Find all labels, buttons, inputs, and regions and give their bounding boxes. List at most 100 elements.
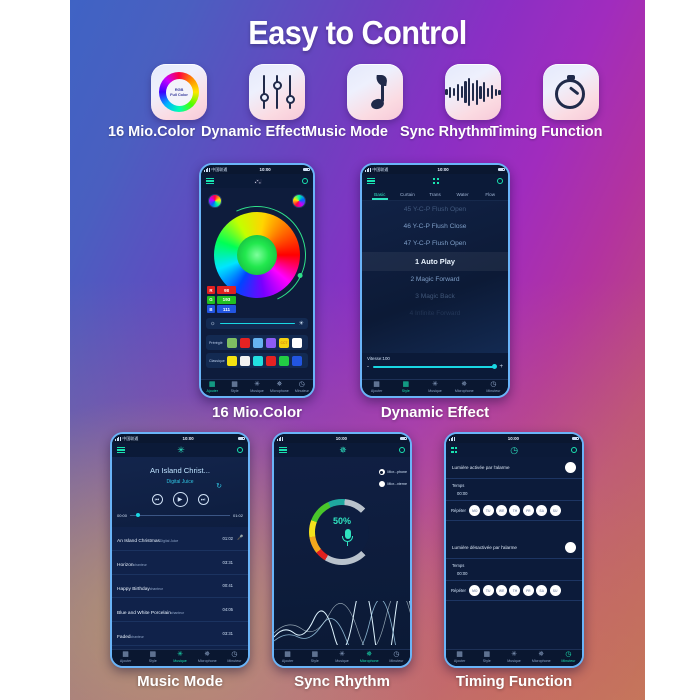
preset-swatch-3[interactable] bbox=[253, 337, 263, 348]
day-chip-sa[interactable]: SA bbox=[536, 505, 548, 516]
progress-bar[interactable]: 00:00 01:02 bbox=[112, 507, 248, 518]
feature-dynamic-effect[interactable] bbox=[248, 64, 306, 120]
alarm-off-time[interactable]: Temps 00:00 bbox=[446, 559, 582, 581]
sliders-icon[interactable] bbox=[253, 178, 262, 184]
nav-item-minuteur[interactable]: ◷ Minuteur bbox=[555, 651, 582, 664]
grid-icon[interactable] bbox=[451, 446, 458, 454]
day-chip-sa[interactable]: SA bbox=[536, 585, 548, 596]
feature-16-mio-color[interactable]: RGB Full Color bbox=[150, 64, 208, 120]
day-chip-tu[interactable]: TU bbox=[482, 505, 494, 516]
radio-external-mic[interactable]: Micr...xterne bbox=[378, 481, 407, 487]
playlist[interactable]: An Island ChristmasDigital Juice 01:02 🎤… bbox=[112, 527, 248, 649]
nav-item-musique[interactable]: ✳ Musique bbox=[166, 651, 193, 664]
nav-item-microphone[interactable]: ✵ Microphone bbox=[528, 651, 555, 664]
classic-swatch-4[interactable] bbox=[266, 355, 276, 366]
next-button[interactable]: ⏭ bbox=[197, 494, 209, 505]
effect-item-selected[interactable]: 1 Auto Play bbox=[362, 252, 508, 271]
day-chip-fr[interactable]: FR bbox=[522, 585, 534, 596]
effect-item[interactable]: 46 Y-C-P Flush Close bbox=[362, 218, 508, 235]
feature-sync-rhythm[interactable] bbox=[444, 64, 502, 120]
nav-item-minuteur[interactable]: ◷ Minuteur bbox=[221, 651, 248, 664]
alarm-off-toggle[interactable] bbox=[565, 542, 576, 553]
brightness-slider-row[interactable]: ☼ ☀ bbox=[206, 318, 308, 329]
menu-icon[interactable] bbox=[206, 177, 214, 185]
feature-timing-function[interactable] bbox=[542, 64, 600, 120]
day-chip-th[interactable]: TH bbox=[509, 505, 521, 516]
power-icon[interactable] bbox=[302, 178, 308, 184]
grid-icon[interactable] bbox=[432, 177, 440, 185]
nav-item-style[interactable]: ▦ Style bbox=[223, 381, 245, 394]
nav-item-microphone[interactable]: ✵ Microphone bbox=[268, 381, 290, 394]
prev-button[interactable]: ⏮ bbox=[151, 494, 163, 505]
effect-item[interactable]: 47 Y-C-P Flush Open bbox=[362, 235, 508, 252]
tab-curtain[interactable]: Curtain bbox=[394, 192, 422, 197]
tab-water[interactable]: Water bbox=[449, 192, 477, 197]
color-wheel[interactable] bbox=[201, 192, 313, 318]
list-item[interactable]: An Island ChristmasDigital Juice 01:02 🎤 bbox=[112, 527, 248, 551]
nav-item-microphone[interactable]: ✵ Microphone bbox=[356, 651, 383, 664]
day-chip-su[interactable]: SU bbox=[549, 585, 561, 596]
sensitivity-gauge[interactable]: 50% bbox=[309, 499, 375, 565]
brightness-track[interactable] bbox=[219, 322, 295, 325]
preset-swatch-4[interactable] bbox=[266, 337, 276, 348]
nav-item-minuteur[interactable]: ◷ Minuteur bbox=[383, 651, 410, 664]
day-chip-tu[interactable]: TU bbox=[482, 585, 494, 596]
play-button[interactable]: ▶ bbox=[172, 492, 188, 507]
progress-track[interactable] bbox=[130, 513, 230, 518]
nav-item-ajouter[interactable]: ▦ Ajouter bbox=[446, 651, 473, 664]
nav-item-microphone[interactable]: ✵ Microphone bbox=[194, 651, 221, 664]
speed-plus-button[interactable]: + bbox=[499, 364, 503, 370]
tab-flow[interactable]: Flow bbox=[476, 192, 504, 197]
menu-icon[interactable] bbox=[367, 177, 375, 185]
classic-swatch-2[interactable] bbox=[240, 355, 250, 366]
nav-item-ajouter[interactable]: ▦ Ajouter bbox=[201, 381, 223, 394]
classic-swatch-5[interactable] bbox=[279, 355, 289, 366]
preset-swatch-cct[interactable]: CCT bbox=[279, 337, 289, 348]
speed-track[interactable] bbox=[373, 364, 498, 369]
list-item[interactable]: Horizonchanteur 03:31 bbox=[112, 551, 248, 575]
day-chip-fr[interactable]: FR bbox=[522, 505, 534, 516]
classic-swatch-6[interactable] bbox=[292, 355, 302, 366]
day-chip-we[interactable]: WE bbox=[496, 505, 508, 516]
effect-list[interactable]: 45 Y-C-P Flush Open 46 Y-C-P Flush Close… bbox=[362, 201, 508, 353]
tab-basic[interactable]: Basic bbox=[366, 192, 394, 200]
tab-trans[interactable]: Trans bbox=[421, 192, 449, 197]
nav-item-microphone[interactable]: ✵ Microphone bbox=[450, 381, 479, 394]
classic-swatch-1[interactable] bbox=[227, 355, 237, 366]
ring-handle[interactable] bbox=[296, 272, 304, 279]
day-chip-mo[interactable]: MO bbox=[469, 585, 481, 596]
menu-icon[interactable] bbox=[117, 446, 125, 454]
preset-swatch-1[interactable] bbox=[227, 337, 237, 348]
nav-item-style[interactable]: ▦ Style bbox=[473, 651, 500, 664]
day-chip-mo[interactable]: MO bbox=[469, 505, 481, 516]
nav-item-style[interactable]: ▦ Style bbox=[391, 381, 420, 394]
nav-item-musique[interactable]: ✳ Musique bbox=[246, 381, 268, 394]
feature-music-mode[interactable] bbox=[346, 64, 404, 120]
list-item[interactable]: Happy Birthdaychanteur 00:41 bbox=[112, 575, 248, 599]
list-item[interactable]: Fadedchanteur 03:31 bbox=[112, 622, 248, 646]
day-chip-su[interactable]: SU bbox=[549, 505, 561, 516]
nav-item-minuteur[interactable]: ◷ Minuteur bbox=[479, 381, 508, 394]
list-item[interactable]: Blue and White Porcelainchanteur 04:05 bbox=[112, 598, 248, 623]
alarm-on-time[interactable]: Temps 00:00 bbox=[446, 479, 582, 501]
effect-item[interactable]: 3 Magic Back bbox=[362, 288, 508, 305]
power-icon[interactable] bbox=[497, 178, 503, 184]
microphone-icon[interactable]: 🎤 bbox=[237, 535, 243, 541]
day-chip-th[interactable]: TH bbox=[509, 585, 521, 596]
day-chip-we[interactable]: WE bbox=[496, 585, 508, 596]
effect-item[interactable]: 4 Infinite Forward bbox=[362, 305, 508, 322]
effect-item[interactable]: 2 Magic Forward bbox=[362, 271, 508, 288]
radio-internal-mic[interactable]: Micr...phone bbox=[378, 469, 407, 475]
menu-icon[interactable] bbox=[279, 446, 287, 454]
nav-item-ajouter[interactable]: ▦ Ajouter bbox=[274, 651, 301, 664]
power-icon[interactable] bbox=[398, 447, 405, 453]
nav-item-musique[interactable]: ✳ Musique bbox=[420, 381, 449, 394]
nav-item-musique[interactable]: ✳ Musique bbox=[500, 651, 527, 664]
nav-item-style[interactable]: ▦ Style bbox=[139, 651, 166, 664]
alarm-on-toggle[interactable] bbox=[565, 462, 576, 473]
power-icon[interactable] bbox=[570, 447, 577, 453]
nav-item-minuteur[interactable]: ◷ Minuteur bbox=[291, 381, 313, 394]
nav-item-musique[interactable]: ✳ Musique bbox=[328, 651, 355, 664]
classic-swatch-3[interactable] bbox=[253, 355, 263, 366]
color-swatch-left[interactable] bbox=[208, 194, 222, 208]
